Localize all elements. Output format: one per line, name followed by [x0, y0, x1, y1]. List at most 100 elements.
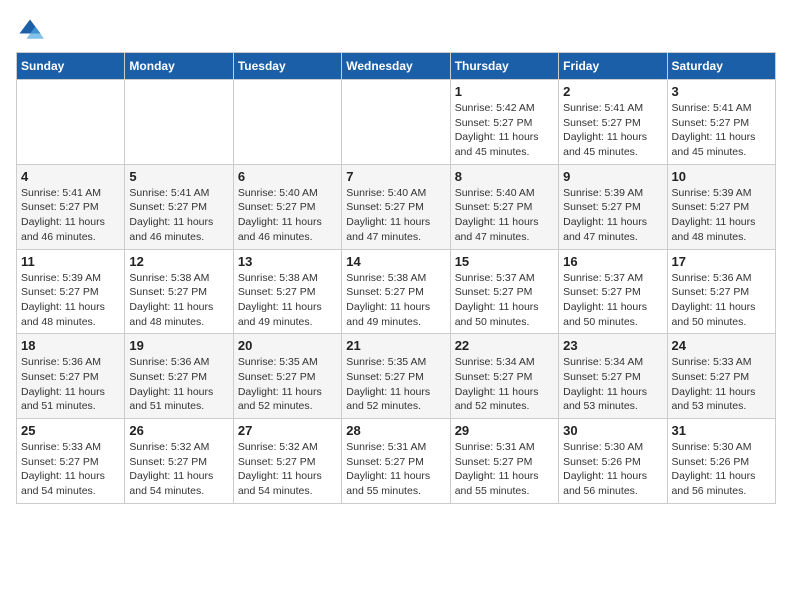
page-header — [16, 16, 776, 44]
day-info: Sunrise: 5:39 AM Sunset: 5:27 PM Dayligh… — [21, 271, 120, 330]
day-cell: 3 Sunrise: 5:41 AM Sunset: 5:27 PM Daylig… — [667, 80, 775, 165]
day-info: Sunrise: 5:39 AM Sunset: 5:27 PM Dayligh… — [563, 186, 662, 245]
week-row-4: 18 Sunrise: 5:36 AM Sunset: 5:27 PM Dayli… — [17, 334, 776, 419]
header-day-sunday: Sunday — [17, 53, 125, 80]
day-cell: 23 Sunrise: 5:34 AM Sunset: 5:27 PM Dayli… — [559, 334, 667, 419]
header-day-friday: Friday — [559, 53, 667, 80]
day-number: 25 — [21, 423, 120, 438]
day-number: 5 — [129, 169, 228, 184]
day-info: Sunrise: 5:34 AM Sunset: 5:27 PM Dayligh… — [455, 355, 554, 414]
day-cell: 2Sunrise: 5:41 AM Sunset: 5:27 PM Daylig… — [559, 80, 667, 165]
day-cell: 7Sunrise: 5:40 AM Sunset: 5:27 PM Daylig… — [342, 164, 450, 249]
day-cell: 30 Sunrise: 5:30 AM Sunset: 5:26 PM Dayli… — [559, 419, 667, 504]
day-number: 21 — [346, 338, 445, 353]
day-info: Sunrise: 5:31 AM Sunset: 5:27 PM Dayligh… — [346, 440, 445, 499]
day-number: 24 — [672, 338, 771, 353]
logo — [16, 16, 48, 44]
day-cell: 16 Sunrise: 5:37 AM Sunset: 5:27 PM Dayli… — [559, 249, 667, 334]
day-cell: 12Sunrise: 5:38 AM Sunset: 5:27 PM Dayli… — [125, 249, 233, 334]
day-cell: 11 Sunrise: 5:39 AM Sunset: 5:27 PM Dayli… — [17, 249, 125, 334]
day-number: 2 — [563, 84, 662, 99]
day-number: 16 — [563, 254, 662, 269]
day-number: 8 — [455, 169, 554, 184]
day-number: 13 — [238, 254, 337, 269]
calendar-header: SundayMondayTuesdayWednesdayThursdayFrid… — [17, 53, 776, 80]
day-info: Sunrise: 5:41 AM Sunset: 5:27 PM Dayligh… — [129, 186, 228, 245]
day-info: Sunrise: 5:37 AM Sunset: 5:27 PM Dayligh… — [563, 271, 662, 330]
day-info: Sunrise: 5:32 AM Sunset: 5:27 PM Dayligh… — [238, 440, 337, 499]
day-cell: 25 Sunrise: 5:33 AM Sunset: 5:27 PM Dayli… — [17, 419, 125, 504]
day-number: 30 — [563, 423, 662, 438]
header-day-saturday: Saturday — [667, 53, 775, 80]
day-cell: 24 Sunrise: 5:33 AM Sunset: 5:27 PM Dayli… — [667, 334, 775, 419]
week-row-2: 4 Sunrise: 5:41 AM Sunset: 5:27 PM Daylig… — [17, 164, 776, 249]
week-row-1: 1 Sunrise: 5:42 AM Sunset: 5:27 PM Daylig… — [17, 80, 776, 165]
day-number: 18 — [21, 338, 120, 353]
week-row-5: 25 Sunrise: 5:33 AM Sunset: 5:27 PM Dayli… — [17, 419, 776, 504]
day-info: Sunrise: 5:40 AM Sunset: 5:27 PM Dayligh… — [455, 186, 554, 245]
day-info: Sunrise: 5:31 AM Sunset: 5:27 PM Dayligh… — [455, 440, 554, 499]
day-info: Sunrise: 5:33 AM Sunset: 5:27 PM Dayligh… — [21, 440, 120, 499]
day-cell: 8 Sunrise: 5:40 AM Sunset: 5:27 PM Daylig… — [450, 164, 558, 249]
day-number: 23 — [563, 338, 662, 353]
day-number: 15 — [455, 254, 554, 269]
day-info: Sunrise: 5:36 AM Sunset: 5:27 PM Dayligh… — [672, 271, 771, 330]
day-info: Sunrise: 5:36 AM Sunset: 5:27 PM Dayligh… — [129, 355, 228, 414]
day-cell: 15Sunrise: 5:37 AM Sunset: 5:27 PM Dayli… — [450, 249, 558, 334]
day-info: Sunrise: 5:36 AM Sunset: 5:27 PM Dayligh… — [21, 355, 120, 414]
day-cell: 5 Sunrise: 5:41 AM Sunset: 5:27 PM Daylig… — [125, 164, 233, 249]
day-number: 4 — [21, 169, 120, 184]
day-cell: 9 Sunrise: 5:39 AM Sunset: 5:27 PM Daylig… — [559, 164, 667, 249]
day-number: 17 — [672, 254, 771, 269]
day-cell: 14 Sunrise: 5:38 AM Sunset: 5:27 PM Dayli… — [342, 249, 450, 334]
day-info: Sunrise: 5:40 AM Sunset: 5:27 PM Dayligh… — [238, 186, 337, 245]
day-info: Sunrise: 5:38 AM Sunset: 5:27 PM Dayligh… — [346, 271, 445, 330]
day-info: Sunrise: 5:41 AM Sunset: 5:27 PM Dayligh… — [672, 101, 771, 160]
day-info: Sunrise: 5:35 AM Sunset: 5:27 PM Dayligh… — [238, 355, 337, 414]
day-cell: 13 Sunrise: 5:38 AM Sunset: 5:27 PM Dayli… — [233, 249, 341, 334]
day-cell: 19 Sunrise: 5:36 AM Sunset: 5:27 PM Dayli… — [125, 334, 233, 419]
day-info: Sunrise: 5:33 AM Sunset: 5:27 PM Dayligh… — [672, 355, 771, 414]
day-number: 20 — [238, 338, 337, 353]
day-number: 31 — [672, 423, 771, 438]
day-cell: 22Sunrise: 5:34 AM Sunset: 5:27 PM Dayli… — [450, 334, 558, 419]
day-number: 11 — [21, 254, 120, 269]
day-number: 1 — [455, 84, 554, 99]
day-info: Sunrise: 5:30 AM Sunset: 5:26 PM Dayligh… — [563, 440, 662, 499]
day-info: Sunrise: 5:40 AM Sunset: 5:27 PM Dayligh… — [346, 186, 445, 245]
day-info: Sunrise: 5:42 AM Sunset: 5:27 PM Dayligh… — [455, 101, 554, 160]
day-number: 19 — [129, 338, 228, 353]
day-info: Sunrise: 5:35 AM Sunset: 5:27 PM Dayligh… — [346, 355, 445, 414]
header-day-monday: Monday — [125, 53, 233, 80]
logo-icon — [16, 16, 44, 44]
day-cell: 31Sunrise: 5:30 AM Sunset: 5:26 PM Dayli… — [667, 419, 775, 504]
day-number: 26 — [129, 423, 228, 438]
day-cell: 17 Sunrise: 5:36 AM Sunset: 5:27 PM Dayli… — [667, 249, 775, 334]
day-cell — [125, 80, 233, 165]
day-cell: 28 Sunrise: 5:31 AM Sunset: 5:27 PM Dayli… — [342, 419, 450, 504]
day-number: 14 — [346, 254, 445, 269]
header-day-tuesday: Tuesday — [233, 53, 341, 80]
day-cell — [17, 80, 125, 165]
day-number: 3 — [672, 84, 771, 99]
week-row-3: 11 Sunrise: 5:39 AM Sunset: 5:27 PM Dayli… — [17, 249, 776, 334]
day-number: 29 — [455, 423, 554, 438]
day-cell: 6 Sunrise: 5:40 AM Sunset: 5:27 PM Daylig… — [233, 164, 341, 249]
day-number: 9 — [563, 169, 662, 184]
calendar-body: 1 Sunrise: 5:42 AM Sunset: 5:27 PM Daylig… — [17, 80, 776, 504]
day-info: Sunrise: 5:34 AM Sunset: 5:27 PM Dayligh… — [563, 355, 662, 414]
day-number: 6 — [238, 169, 337, 184]
day-cell: 26Sunrise: 5:32 AM Sunset: 5:27 PM Dayli… — [125, 419, 233, 504]
day-info: Sunrise: 5:39 AM Sunset: 5:27 PM Dayligh… — [672, 186, 771, 245]
day-number: 28 — [346, 423, 445, 438]
day-info: Sunrise: 5:38 AM Sunset: 5:27 PM Dayligh… — [238, 271, 337, 330]
day-cell: 4 Sunrise: 5:41 AM Sunset: 5:27 PM Daylig… — [17, 164, 125, 249]
day-info: Sunrise: 5:41 AM Sunset: 5:27 PM Dayligh… — [21, 186, 120, 245]
day-number: 27 — [238, 423, 337, 438]
day-cell — [233, 80, 341, 165]
header-day-wednesday: Wednesday — [342, 53, 450, 80]
day-cell: 21 Sunrise: 5:35 AM Sunset: 5:27 PM Dayli… — [342, 334, 450, 419]
day-cell: 27 Sunrise: 5:32 AM Sunset: 5:27 PM Dayli… — [233, 419, 341, 504]
day-info: Sunrise: 5:38 AM Sunset: 5:27 PM Dayligh… — [129, 271, 228, 330]
calendar-table: SundayMondayTuesdayWednesdayThursdayFrid… — [16, 52, 776, 504]
